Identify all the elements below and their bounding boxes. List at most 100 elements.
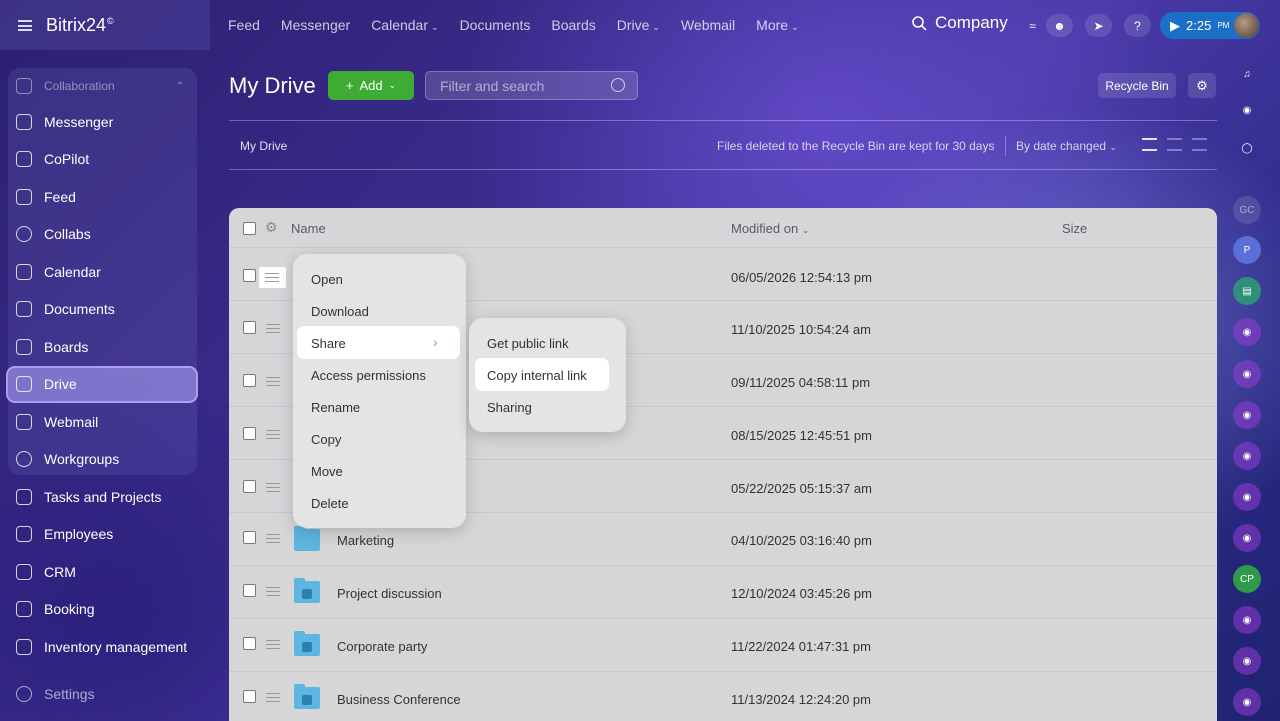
bell-icon[interactable]: ♫	[1233, 60, 1261, 88]
filter-icon[interactable]: ≈	[1019, 14, 1046, 37]
sidebar-item-collabs[interactable]: Collabs	[16, 226, 91, 242]
nav-documents[interactable]: Documents	[460, 17, 531, 33]
sidebar-item-employees[interactable]: Employees	[16, 526, 113, 542]
row-checkbox[interactable]	[243, 269, 256, 282]
brand-logo[interactable]: Bitrix24©	[46, 15, 114, 36]
list-view-icon[interactable]	[1142, 138, 1157, 151]
row-checkbox[interactable]	[243, 531, 256, 544]
rocket-icon[interactable]: ➤	[1085, 14, 1112, 37]
sidebar-item-booking[interactable]: Booking	[16, 601, 95, 617]
menu-item-sharing[interactable]: Sharing	[487, 400, 532, 415]
sidebar-group-header[interactable]: Collaboration ⌃	[16, 78, 184, 94]
rail-chat-icon[interactable]: ◉	[1233, 647, 1261, 675]
menu-item-copy-internal-link[interactable]: Copy internal link	[487, 368, 587, 383]
gear-icon[interactable]: ⚙	[265, 219, 278, 236]
row-menu-icon[interactable]	[266, 377, 280, 386]
small-grid-view-icon[interactable]	[1167, 138, 1182, 151]
sidebar-item-messenger[interactable]: Messenger	[16, 114, 113, 130]
rail-chat-card[interactable]: ▤	[1233, 277, 1261, 305]
rail-chat-icon[interactable]: ◉	[1233, 401, 1261, 429]
rail-chat-icon[interactable]: ◉	[1233, 360, 1261, 388]
sort-dropdown[interactable]: By date changed ⌄	[1016, 139, 1117, 153]
sidebar-item-calendar[interactable]: Calendar	[16, 264, 101, 280]
large-grid-view-icon[interactable]	[1192, 138, 1207, 151]
table-row[interactable]: Corporate party 11/22/2024 01:47:31 pm	[229, 619, 1217, 672]
column-name[interactable]: Name	[291, 221, 326, 236]
sidebar-item-settings[interactable]: Settings	[16, 686, 95, 702]
sidebar-item-boards[interactable]: Boards	[16, 339, 88, 355]
rail-chat-icon[interactable]: ◉	[1233, 688, 1261, 716]
row-checkbox[interactable]	[243, 637, 256, 650]
menu-item-access-permissions[interactable]: Access permissions	[311, 368, 426, 383]
nav-calendar[interactable]: Calendar ⌄	[371, 17, 438, 33]
column-size[interactable]: Size	[1062, 221, 1087, 236]
sidebar-item-tasks[interactable]: Tasks and Projects	[16, 489, 162, 505]
sidebar-item-workgroups[interactable]: Workgroups	[16, 451, 119, 467]
nav-feed[interactable]: Feed	[228, 17, 260, 33]
sidebar-item-feed[interactable]: Feed	[16, 189, 76, 205]
rail-chat-icon[interactable]: ◉	[1233, 318, 1261, 346]
table-row[interactable]: Project discussion 12/10/2024 03:45:26 p…	[229, 566, 1217, 619]
help-icon[interactable]: ?	[1124, 14, 1151, 37]
people-icon	[302, 589, 312, 599]
sidebar-item-drive[interactable]: Drive	[16, 376, 77, 392]
avatar[interactable]	[1234, 13, 1259, 38]
user-add-icon[interactable]: ☻	[1046, 14, 1073, 37]
sidebar-item-copilot[interactable]: CoPilot	[16, 151, 89, 167]
copilot-rail-icon[interactable]: ◉	[1233, 96, 1261, 124]
menu-item-get-public-link[interactable]: Get public link	[487, 336, 569, 351]
rail-chat-icon[interactable]: ◉	[1233, 442, 1261, 470]
rail-chat-icon[interactable]: ◉	[1233, 524, 1261, 552]
row-checkbox[interactable]	[243, 690, 256, 703]
row-menu-icon[interactable]	[266, 534, 280, 543]
rail-chat-p[interactable]: P	[1233, 236, 1261, 264]
rail-chat-icon[interactable]: ◉	[1233, 606, 1261, 634]
rail-chat-cp[interactable]: CP	[1233, 565, 1261, 593]
row-name[interactable]: Project discussion	[337, 586, 442, 601]
row-menu-icon[interactable]	[266, 324, 280, 333]
row-checkbox[interactable]	[243, 321, 256, 334]
row-menu-icon[interactable]	[266, 640, 280, 649]
select-all-checkbox[interactable]	[243, 222, 256, 235]
row-checkbox[interactable]	[243, 584, 256, 597]
row-menu-icon[interactable]	[266, 587, 280, 596]
sidebar-item-documents[interactable]: Documents	[16, 301, 115, 317]
row-name[interactable]: Business Conference	[337, 692, 461, 707]
sidebar-item-webmail[interactable]: Webmail	[16, 414, 98, 430]
row-checkbox[interactable]	[243, 480, 256, 493]
row-menu-icon[interactable]	[266, 430, 280, 439]
nav-messenger[interactable]: Messenger	[281, 17, 350, 33]
row-name[interactable]: Corporate party	[337, 639, 427, 654]
table-row[interactable]: Business Conference 11/13/2024 12:24:20 …	[229, 672, 1217, 721]
row-name[interactable]: Marketing	[337, 533, 394, 548]
column-modified[interactable]: Modified on ⌄	[731, 221, 809, 236]
recycle-bin-button[interactable]: Recycle Bin	[1098, 73, 1176, 98]
nav-drive[interactable]: Drive ⌄	[617, 17, 660, 33]
row-checkbox[interactable]	[243, 427, 256, 440]
menu-item-rename[interactable]: Rename	[311, 400, 360, 415]
row-checkbox[interactable]	[243, 374, 256, 387]
menu-item-copy[interactable]: Copy	[311, 432, 341, 447]
breadcrumb[interactable]: My Drive	[240, 139, 287, 153]
rail-chat-gc[interactable]: GC	[1233, 196, 1261, 224]
chat-rail-icon[interactable]: ◯	[1233, 134, 1261, 162]
nav-more[interactable]: More ⌄	[756, 17, 798, 33]
nav-webmail[interactable]: Webmail	[681, 17, 735, 33]
row-menu-icon[interactable]	[266, 693, 280, 702]
nav-boards[interactable]: Boards	[551, 17, 595, 33]
row-menu-icon[interactable]	[266, 483, 280, 492]
menu-icon[interactable]	[18, 19, 32, 31]
menu-item-open[interactable]: Open	[311, 272, 343, 287]
active-row-menu-button[interactable]	[259, 267, 286, 288]
rail-chat-icon[interactable]: ◉	[1233, 483, 1261, 511]
menu-item-move[interactable]: Move	[311, 464, 343, 479]
menu-item-delete[interactable]: Delete	[311, 496, 349, 511]
menu-item-download[interactable]: Download	[311, 304, 369, 319]
settings-gear-button[interactable]: ⚙	[1188, 73, 1216, 98]
add-button[interactable]: + Add ⌄	[328, 71, 414, 100]
search-input[interactable]: Filter and search	[425, 71, 638, 100]
sidebar-item-inventory[interactable]: Inventory management	[16, 639, 187, 655]
company-search[interactable]: Company	[912, 13, 1008, 33]
menu-item-share[interactable]: Share	[311, 336, 346, 351]
sidebar-item-crm[interactable]: CRM	[16, 564, 76, 580]
